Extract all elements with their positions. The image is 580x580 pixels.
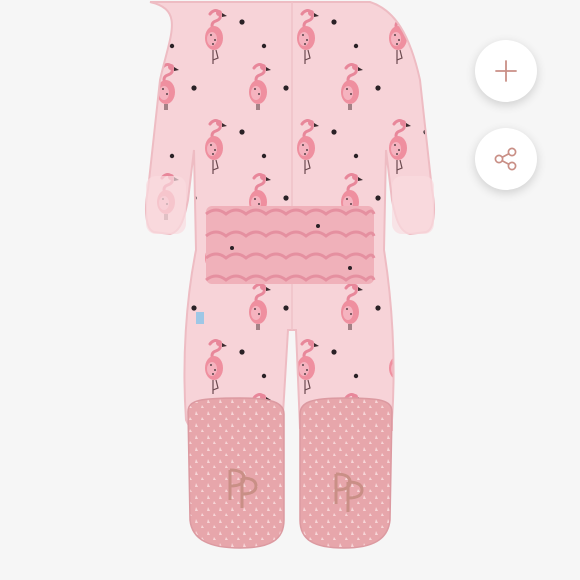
product-image-viewer [0,0,580,580]
share-button[interactable] [475,128,537,190]
foot-soles [187,397,393,549]
ruffle-panel [205,206,376,284]
share-icon [494,147,517,171]
plus-icon [495,60,517,82]
add-button[interactable] [475,40,537,102]
